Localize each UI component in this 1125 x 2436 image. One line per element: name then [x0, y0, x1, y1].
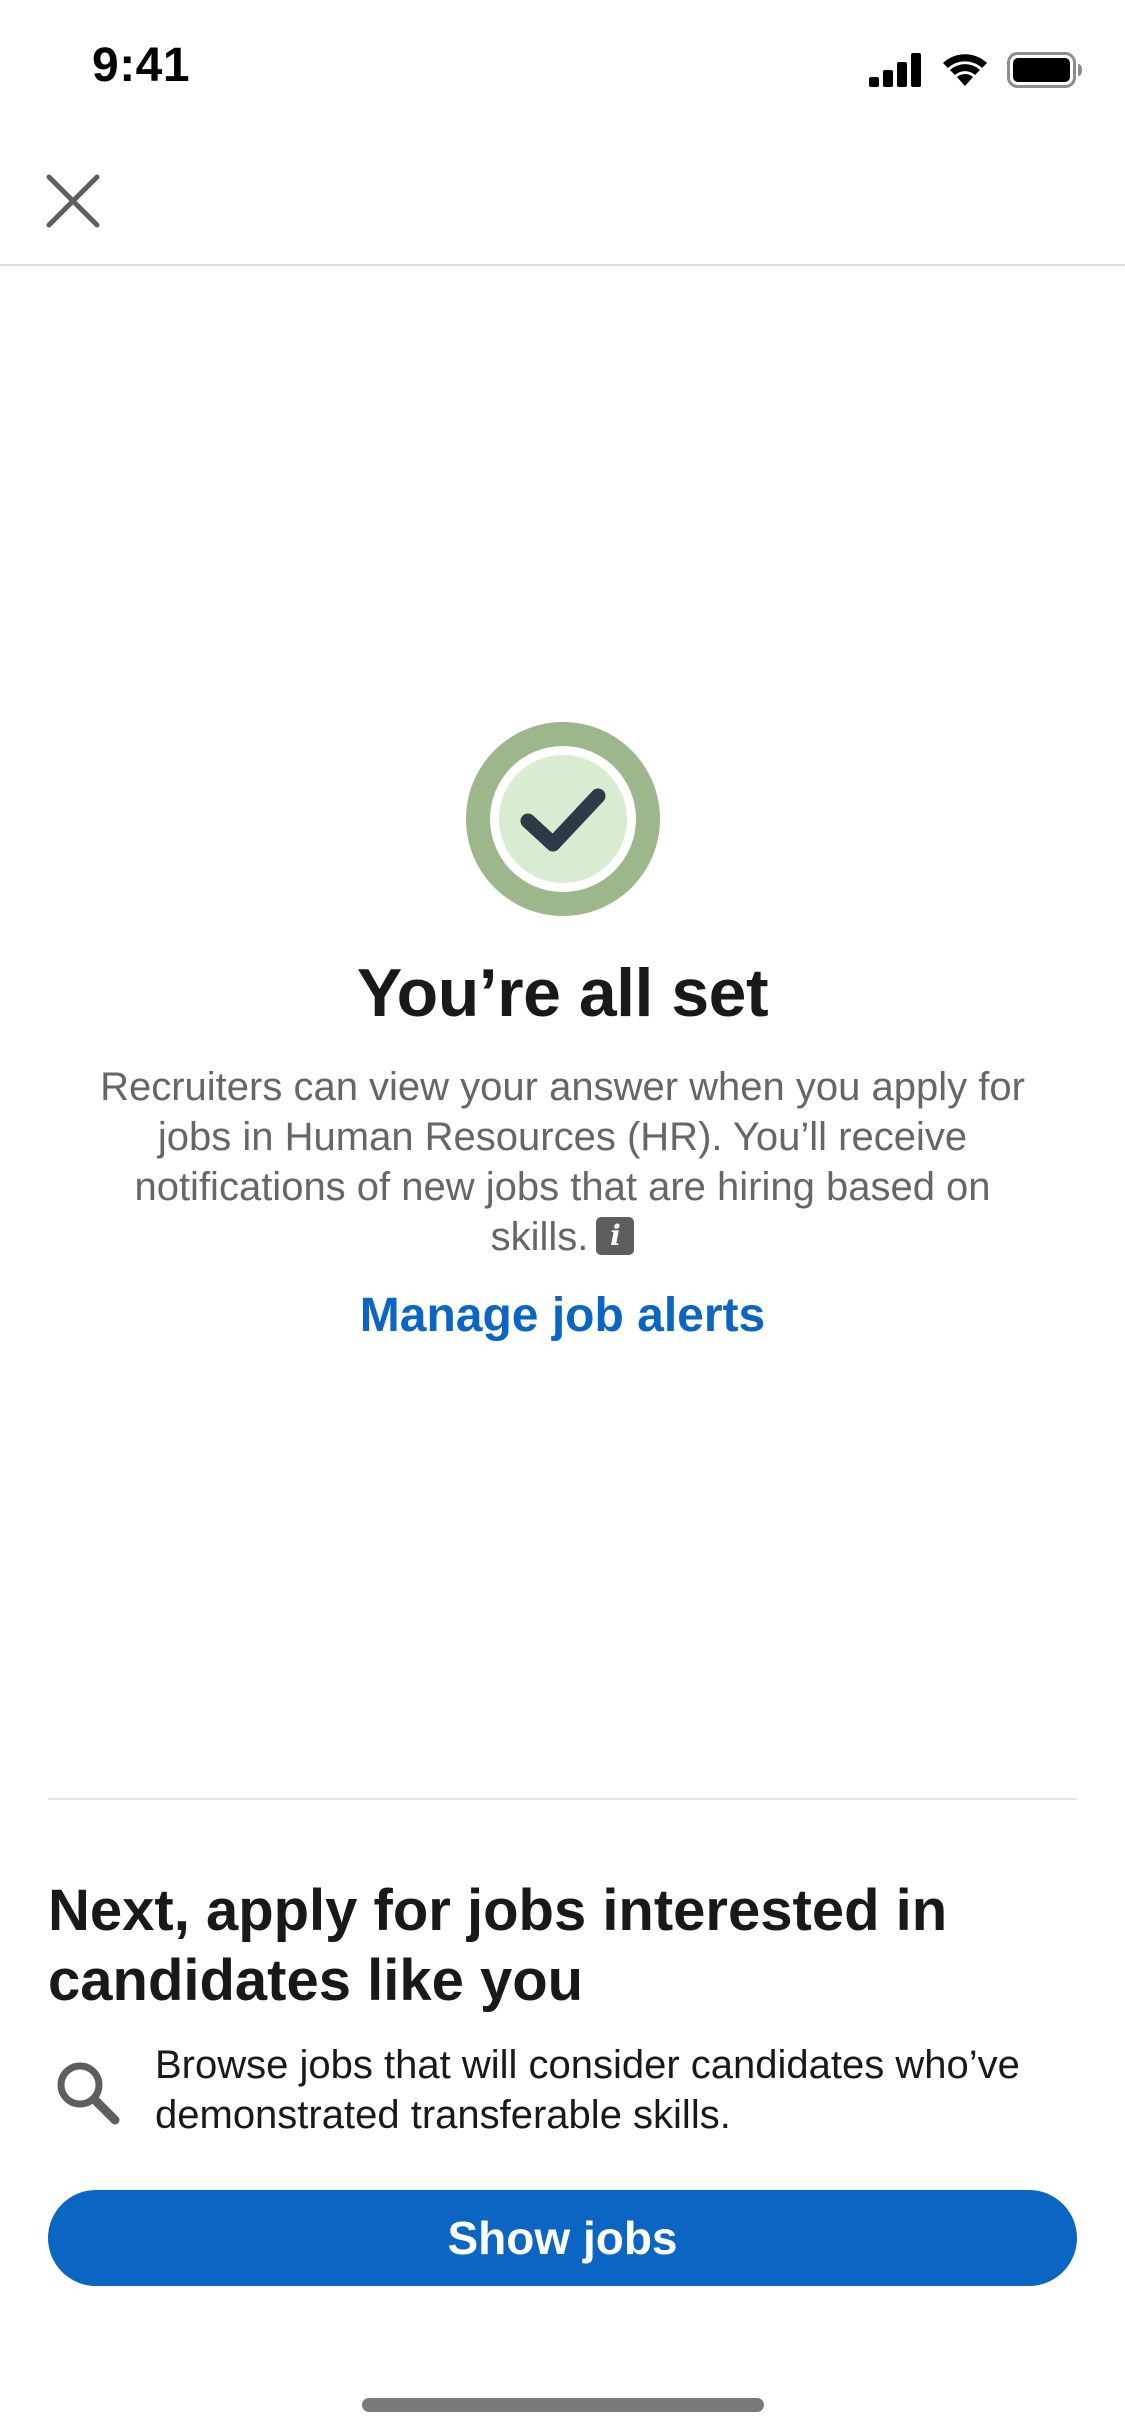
browse-jobs-row: Browse jobs that will consider candidate… — [48, 2040, 1077, 2140]
success-description: Recruiters can view your answer when you… — [83, 1062, 1043, 1262]
success-title: You’re all set — [356, 955, 769, 1031]
success-section: You’re all set Recruiters can view your … — [0, 722, 1125, 1343]
status-time: 9:41 — [92, 39, 191, 92]
close-icon — [46, 174, 100, 228]
home-indicator[interactable] — [362, 2398, 764, 2412]
manage-job-alerts-link[interactable]: Manage job alerts — [360, 1288, 765, 1343]
section-divider — [48, 1798, 1077, 1800]
next-section-title: Next, apply for jobs interested in candi… — [48, 1878, 948, 2013]
browse-jobs-description: Browse jobs that will consider candidate… — [155, 2043, 1020, 2137]
status-icons — [869, 48, 1083, 92]
show-jobs-button[interactable]: Show jobs — [48, 2190, 1077, 2286]
info-icon[interactable]: i — [596, 1217, 635, 1255]
checkmark-icon — [465, 722, 660, 916]
search-icon — [57, 2062, 120, 2125]
wifi-icon — [943, 54, 987, 86]
cellular-signal-icon — [869, 53, 921, 87]
success-description-text: Recruiters can view your answer when you… — [100, 1065, 1025, 1259]
battery-icon — [1007, 52, 1082, 88]
close-button[interactable] — [34, 162, 112, 240]
top-bar — [0, 140, 1125, 266]
status-bar: 9:41 — [0, 0, 1125, 140]
